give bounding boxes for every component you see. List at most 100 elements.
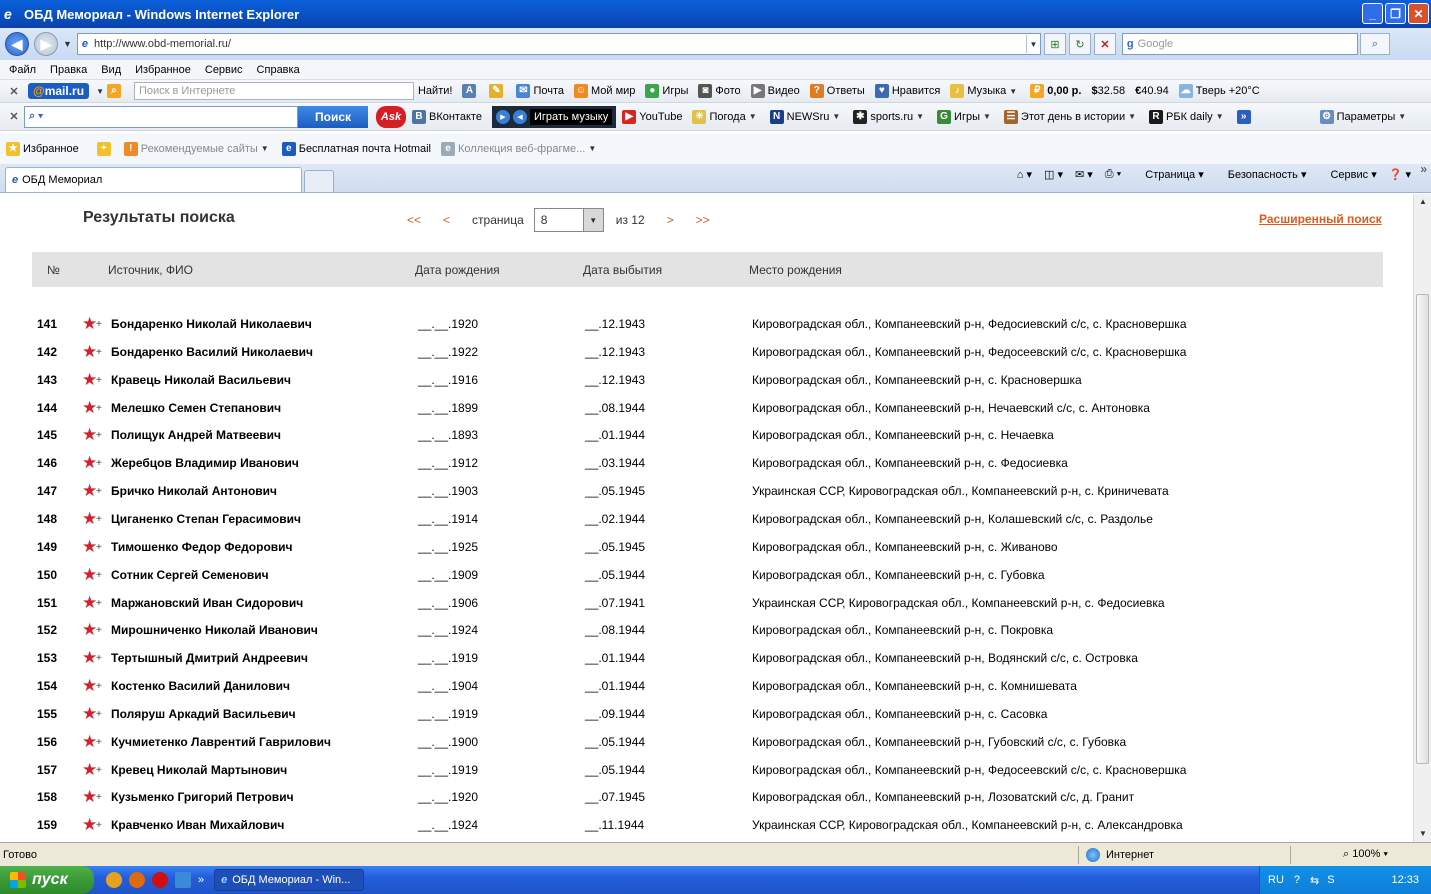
recommended-sites[interactable]: ! Рекомендуемые сайты ▼ (123, 141, 272, 156)
ask-item-vkontakte[interactable]: B ВКонтакте (412, 109, 482, 124)
scroll-up-icon[interactable]: ▲ (1414, 194, 1431, 210)
history-dropdown-icon[interactable]: ▼ (63, 39, 72, 49)
person-name[interactable]: Кузьменко Григорий Петрович (111, 790, 294, 804)
page-menu[interactable]: Страница ▾ (1133, 168, 1203, 181)
safety-menu[interactable]: Безопасность ▾ (1216, 168, 1307, 181)
close-toolbar-icon[interactable]: ✕ (4, 85, 24, 98)
hotmail-link[interactable]: e Бесплатная почта Hotmail (281, 141, 431, 156)
person-name[interactable]: Костенко Василий Данилович (111, 679, 290, 693)
url-field[interactable]: e http://www.obd-memorial.ru/ ▼ (76, 33, 1041, 55)
scroll-down-icon[interactable]: ▼ (1414, 826, 1431, 842)
red-star-icon[interactable]: ★ (82, 314, 97, 334)
favorites-button[interactable]: ★ Избранное (6, 141, 79, 156)
red-star-icon[interactable]: ★ (82, 815, 97, 835)
start-button[interactable]: пуск (0, 866, 94, 894)
scroll-thumb[interactable] (1416, 294, 1429, 764)
person-name[interactable]: Циганенко Степан Герасимович (111, 512, 301, 526)
weather[interactable]: ☁ Тверь +20°C (1178, 84, 1260, 98)
red-star-icon[interactable]: ★ (82, 760, 97, 780)
plus-icon[interactable]: + (96, 403, 102, 414)
red-star-icon[interactable]: ★ (82, 342, 97, 362)
back-button[interactable]: ◀ (5, 32, 29, 56)
play-icon[interactable]: ▶ (495, 109, 510, 124)
header-source-name[interactable]: Источник, ФИО (108, 263, 193, 277)
header-birth-date[interactable]: Дата рождения (415, 263, 500, 277)
menu-view[interactable]: Вид (101, 64, 121, 76)
more-icon[interactable]: » (1236, 109, 1254, 124)
person-name[interactable]: Тертышный Дмитрий Андреевич (111, 651, 308, 665)
plus-icon[interactable]: + (96, 570, 102, 581)
close-toolbar-icon[interactable]: ✕ (4, 110, 24, 123)
language-indicator[interactable]: RU (1268, 874, 1284, 886)
person-name[interactable]: Поляруш Аркадий Васильевич (111, 707, 296, 721)
help-icon[interactable]: ❓ ▾ (1389, 168, 1411, 181)
opera-icon[interactable] (152, 872, 168, 888)
mail-item-wallet[interactable]: ₽0,00 р. (1030, 84, 1081, 98)
network-icon[interactable]: ⇆ (1310, 874, 1319, 887)
ask-item-rbk[interactable]: R РБК daily ▼ (1149, 109, 1227, 124)
close-button[interactable]: ✕ (1408, 3, 1429, 24)
ask-item-igry[interactable]: G Игры ▼ (937, 109, 994, 124)
maximize-button[interactable]: ❐ (1385, 3, 1406, 24)
person-name[interactable]: Маржановский Иван Сидорович (111, 596, 303, 610)
red-star-icon[interactable]: ★ (82, 648, 97, 668)
person-name[interactable]: Жеребцов Владимир Иванович (111, 456, 299, 470)
next-page-link[interactable]: > (667, 213, 674, 227)
person-name[interactable]: Мирошниченко Николай Иванович (111, 623, 318, 637)
plus-icon[interactable]: + (96, 375, 102, 386)
skype-icon[interactable]: S (1327, 874, 1334, 886)
ask-logo[interactable]: Ask (376, 105, 406, 128)
params-button[interactable]: ⚙ Параметры ▼ (1319, 109, 1410, 124)
toolbar-overflow-icon[interactable]: » (1420, 162, 1427, 176)
plus-icon[interactable]: + (96, 486, 102, 497)
ask-search-input[interactable]: ⌕ ▾ (24, 105, 298, 128)
red-star-icon[interactable]: ★ (82, 481, 97, 501)
person-name[interactable]: Бричко Николай Антонович (111, 484, 277, 498)
plus-icon[interactable]: + (96, 709, 102, 720)
add-favorite-icon[interactable]: + (96, 141, 114, 156)
first-page-link[interactable]: << (407, 213, 421, 227)
plus-icon[interactable]: + (96, 625, 102, 636)
red-star-icon[interactable]: ★ (82, 398, 97, 418)
page-select[interactable]: 8 ▼ (533, 208, 604, 232)
security-zone[interactable]: Интернет (1086, 847, 1154, 862)
red-star-icon[interactable]: ★ (82, 425, 97, 445)
webslice-gallery[interactable]: e Коллекция веб-фрагме... ▼ (441, 141, 599, 156)
ask-item-history[interactable]: ☰ Этот день в истории ▼ (1003, 109, 1139, 124)
ask-item-newsru[interactable]: N NEWSru ▼ (769, 109, 844, 124)
feeds-icon[interactable]: ◫ ▾ (1044, 168, 1063, 181)
red-star-icon[interactable]: ★ (82, 537, 97, 557)
red-star-icon[interactable]: ★ (82, 565, 97, 585)
mail-item-otvety[interactable]: ? Ответы (809, 84, 865, 98)
mailru-logo[interactable]: @mail.ru (28, 83, 90, 99)
red-star-icon[interactable]: ★ (82, 732, 97, 752)
highlight-icon[interactable]: ✎ (489, 84, 506, 98)
person-name[interactable]: Бондаренко Николай Николаевич (111, 317, 312, 331)
plus-icon[interactable]: + (96, 430, 102, 441)
volume-icon[interactable]: ◀ (512, 109, 527, 124)
mail-item-foto[interactable]: ◙ Фото (698, 84, 741, 98)
firefox-icon[interactable] (129, 872, 145, 888)
ask-item-sports[interactable]: ✱ sports.ru ▼ (853, 109, 927, 124)
plus-icon[interactable]: + (96, 653, 102, 664)
plus-icon[interactable]: + (96, 319, 102, 330)
aimp-icon[interactable] (106, 872, 122, 888)
header-departure-date[interactable]: Дата выбытия (583, 263, 662, 277)
mail-item-muzyka[interactable]: ♪ Музыка ▼ (950, 84, 1020, 98)
person-name[interactable]: Сотник Сергей Семенович (111, 568, 269, 582)
red-star-icon[interactable]: ★ (82, 593, 97, 613)
quick-launch-more-icon[interactable]: » (198, 874, 204, 886)
mail-item-nravitsya[interactable]: ♥ Нравится (874, 84, 940, 98)
mail-item-pochta[interactable]: ✉ Почта (516, 84, 564, 98)
plus-icon[interactable]: + (96, 792, 102, 803)
menu-edit[interactable]: Правка (50, 64, 87, 76)
plus-icon[interactable]: + (96, 542, 102, 553)
red-star-icon[interactable]: ★ (82, 676, 97, 696)
ask-item-pogoda[interactable]: ☀ Погода ▼ (692, 109, 759, 124)
font-icon[interactable]: A (462, 84, 479, 98)
plus-icon[interactable]: + (96, 765, 102, 776)
person-name[interactable]: Тимошенко Федор Федорович (111, 540, 293, 554)
refresh-button[interactable]: ↻ (1068, 33, 1091, 55)
person-name[interactable]: Мелешко Семен Степанович (111, 401, 281, 415)
mail-find-button[interactable]: Найти! (418, 85, 452, 97)
